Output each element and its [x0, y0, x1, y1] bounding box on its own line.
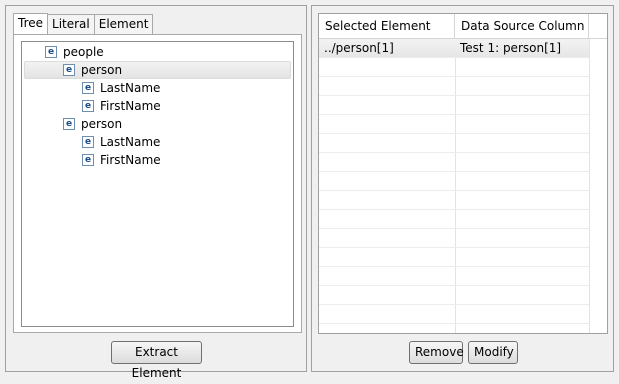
tree-node-label: LastName [100, 135, 161, 149]
column-header-filler [589, 14, 607, 39]
element-icon: e [63, 118, 75, 130]
empty-row [319, 153, 589, 172]
element-icon: e [82, 82, 94, 94]
cell-selected-element: ../person[1] [324, 41, 394, 55]
column-header-data-source-column[interactable]: Data Source Column [455, 14, 589, 39]
empty-row [319, 286, 589, 305]
empty-row [319, 267, 589, 286]
element-icon: e [82, 100, 94, 112]
cell-data-source-column: Test 1: person[1] [460, 41, 562, 55]
empty-row [319, 77, 589, 96]
empty-row [319, 210, 589, 229]
column-divider [589, 39, 590, 333]
tree-node-firstname-1[interactable]: e FirstName [82, 97, 161, 115]
tree-node-person-1[interactable]: e person [24, 61, 291, 79]
modify-button[interactable]: Modify [468, 341, 518, 364]
xml-tree[interactable]: e people e person e LastName e FirstName… [21, 41, 294, 327]
empty-row [319, 229, 589, 248]
tree-node-person-2[interactable]: e person [63, 115, 122, 133]
tree-node-label: person [81, 117, 123, 131]
table-row[interactable]: ../person[1] Test 1: person[1] [319, 39, 589, 58]
tab-tree[interactable]: Tree [13, 13, 49, 34]
element-icon: e [82, 154, 94, 166]
empty-row [319, 115, 589, 134]
empty-row [319, 134, 589, 153]
tree-node-label: LastName [100, 81, 161, 95]
tree-panel: Tree Literal Element e people e person e… [5, 5, 307, 380]
remove-button[interactable]: Remove [409, 341, 464, 364]
tree-node-people[interactable]: e people [45, 43, 104, 61]
empty-row [319, 191, 589, 210]
tree-node-label: FirstName [100, 153, 161, 167]
column-header-selected-element[interactable]: Selected Element [319, 14, 455, 39]
empty-row [319, 58, 589, 77]
empty-row [319, 305, 589, 324]
mapping-table[interactable]: Selected Element Data Source Column ../p… [318, 13, 608, 334]
element-icon: e [63, 64, 75, 76]
tree-node-label: person [81, 63, 123, 77]
tree-node-lastname-2[interactable]: e LastName [82, 133, 160, 151]
empty-row [319, 248, 589, 267]
tree-node-firstname-2[interactable]: e FirstName [82, 151, 161, 169]
element-icon: e [82, 136, 94, 148]
empty-row [319, 96, 589, 115]
tab-content: e people e person e LastName e FirstName… [13, 34, 302, 333]
table-header: Selected Element Data Source Column [319, 14, 607, 39]
tree-node-label: people [63, 45, 104, 59]
tree-node-lastname-1[interactable]: e LastName [82, 79, 160, 97]
empty-row [319, 172, 589, 191]
tab-literal[interactable]: Literal [47, 14, 95, 34]
tab-strip: Tree Literal Element [13, 13, 154, 34]
tree-node-label: FirstName [100, 99, 161, 113]
element-icon: e [45, 46, 57, 58]
tab-element[interactable]: Element [93, 14, 154, 34]
mapping-panel: Selected Element Data Source Column ../p… [311, 5, 614, 372]
extract-element-button[interactable]: Extract Element [111, 341, 202, 380]
